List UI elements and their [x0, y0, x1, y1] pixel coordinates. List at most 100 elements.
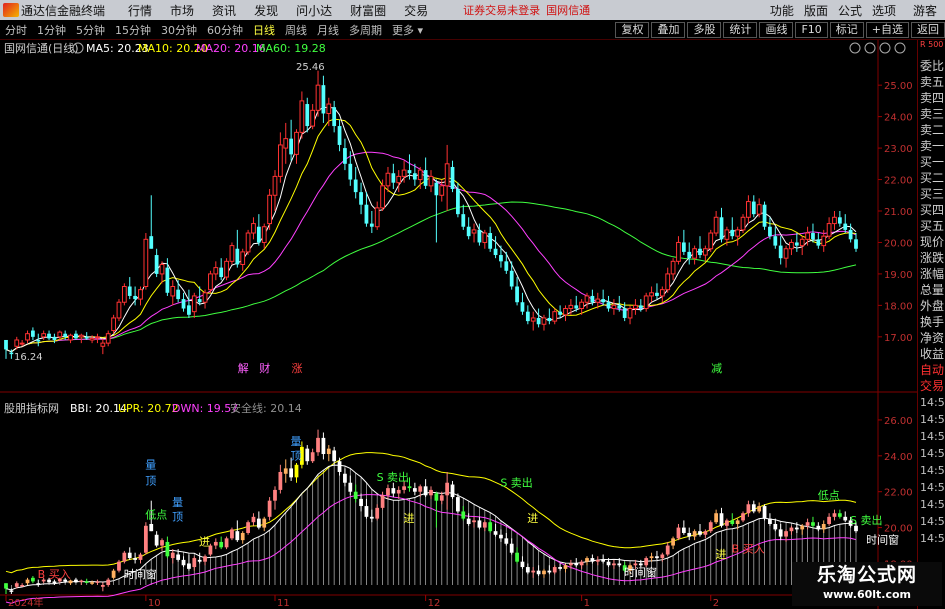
sub-candle-body [170, 552, 175, 559]
sub-candle-body [590, 558, 595, 562]
menu-assistant[interactable]: 问小达 [287, 2, 341, 19]
close-circle-icon[interactable] [849, 42, 861, 54]
candle-body [617, 305, 622, 309]
rp-net-assets: 净资 [920, 331, 945, 345]
sub-candle-body [192, 558, 197, 568]
menu-function[interactable]: 功能 [765, 2, 799, 19]
menu-markets[interactable]: 市场 [161, 2, 203, 19]
sub-candle-body [568, 563, 573, 566]
login-warning[interactable]: 证券交易未登录 [463, 2, 540, 18]
candle-body [638, 305, 643, 309]
menu-options[interactable]: 选项 [867, 2, 901, 19]
tf-intraday[interactable]: 分时 [0, 22, 32, 38]
sub-candle-body [703, 531, 708, 535]
candle-body [622, 308, 627, 318]
tf-30min[interactable]: 30分钟 [156, 22, 202, 38]
date-tick-label: 11 [277, 598, 290, 609]
tf-multi-period[interactable]: 多周期 [344, 22, 387, 38]
rp-outer: 外盘 [920, 299, 945, 313]
event-mark: 涨 [292, 362, 303, 375]
tf-more[interactable]: 更多 ▾ [387, 22, 428, 38]
menu-layout[interactable]: 版面 [799, 2, 833, 19]
add-circle-icon[interactable] [864, 42, 876, 54]
sub-candle-body [725, 520, 729, 526]
candle-body [294, 131, 299, 155]
rp-time: 14:56 [920, 447, 945, 460]
candle-body [525, 311, 530, 322]
add-watchlist-button[interactable]: +自选 [865, 22, 909, 38]
back-button[interactable]: 返回 [911, 22, 945, 38]
sub-candle-body [730, 520, 735, 524]
date-tick-label: 2 [713, 598, 719, 609]
stats-button[interactable]: 统计 [723, 22, 758, 38]
watermark-url: www.60lt.com [822, 588, 912, 601]
tf-15min[interactable]: 15分钟 [110, 22, 156, 38]
candle-body [235, 248, 240, 265]
candle-body [412, 173, 417, 180]
candle-body [568, 304, 574, 310]
menu-formula[interactable]: 公式 [833, 2, 867, 19]
candle-body [149, 236, 154, 249]
sub-tick-label: 26.00 [884, 416, 913, 427]
candle-body [348, 163, 353, 180]
event-mark: 减 [711, 362, 722, 375]
sub-tick-label: 22.00 [884, 488, 913, 499]
sub-candle-body [95, 581, 100, 583]
guest-user[interactable]: 游客 [901, 2, 945, 19]
sub-candle-body [273, 489, 277, 501]
menu-wealth-circle[interactable]: 财富圈 [341, 2, 395, 19]
signal-label: B 买入 [38, 568, 71, 581]
candle-body [267, 194, 272, 225]
candle-body [36, 339, 41, 342]
sub-candle-body [606, 561, 611, 566]
tf-daily[interactable]: 日线 [248, 22, 280, 38]
sub-candle-body [348, 482, 353, 492]
sub-candle-body [321, 437, 326, 455]
candle-body [359, 192, 363, 205]
sub-candle-body [79, 580, 84, 583]
candle-body [702, 248, 708, 256]
sub-candle-body [719, 513, 724, 526]
rp-time: 14:56 [920, 515, 945, 528]
tf-5min[interactable]: 5分钟 [71, 22, 110, 38]
overlay-button[interactable]: 叠加 [651, 22, 686, 38]
tf-weekly[interactable]: 周线 [280, 22, 312, 38]
settings-circle-icon[interactable] [879, 42, 891, 54]
stock-chart[interactable]: 国网信通(日线) MA5: 20.23 MA10: 20.20 MA20: 20… [0, 40, 917, 609]
tf-1min[interactable]: 1分钟 [32, 22, 71, 38]
menu-news[interactable]: 资讯 [203, 2, 245, 19]
signal-label: 时间窗 [866, 533, 899, 547]
candle-body [816, 239, 821, 246]
candle-body [778, 245, 783, 259]
sub-candle-body [74, 579, 78, 583]
mark-button[interactable]: 标记 [829, 22, 864, 38]
candle-body [428, 175, 434, 187]
sub-candle-body [176, 554, 181, 560]
sub-candle-body [289, 468, 294, 478]
menu-trade[interactable]: 交易 [395, 2, 437, 19]
chevron-down-icon: ▾ [414, 23, 424, 37]
tf-monthly[interactable]: 月线 [312, 22, 344, 38]
adjust-button[interactable]: 复权 [615, 22, 650, 38]
sub-candle-body [665, 545, 670, 555]
candle-body [289, 138, 294, 155]
candle-body [676, 241, 681, 262]
sub-candle-body [784, 531, 788, 537]
rp-tab-trade[interactable]: 交易 [918, 378, 945, 394]
main-annotations: 25.46 16.24 [14, 62, 325, 363]
candle-body [326, 103, 332, 114]
candle-body [837, 217, 842, 224]
draw-line-button[interactable]: 画线 [759, 22, 794, 38]
candle-body [848, 229, 853, 240]
f10-button[interactable]: F10 [795, 22, 828, 38]
multi-stock-button[interactable]: 多股 [687, 22, 722, 38]
rp-time: 14:56 [920, 464, 945, 477]
tf-60min[interactable]: 60分钟 [202, 22, 248, 38]
minimize-circle-icon[interactable] [894, 42, 906, 54]
candle-body [299, 100, 305, 133]
rp-tab-auto[interactable]: 自动 [918, 362, 945, 378]
candle-body [547, 317, 552, 322]
sub-candle-body [655, 556, 659, 559]
menu-discover[interactable]: 发现 [245, 2, 287, 19]
menu-market[interactable]: 行情 [119, 2, 161, 19]
